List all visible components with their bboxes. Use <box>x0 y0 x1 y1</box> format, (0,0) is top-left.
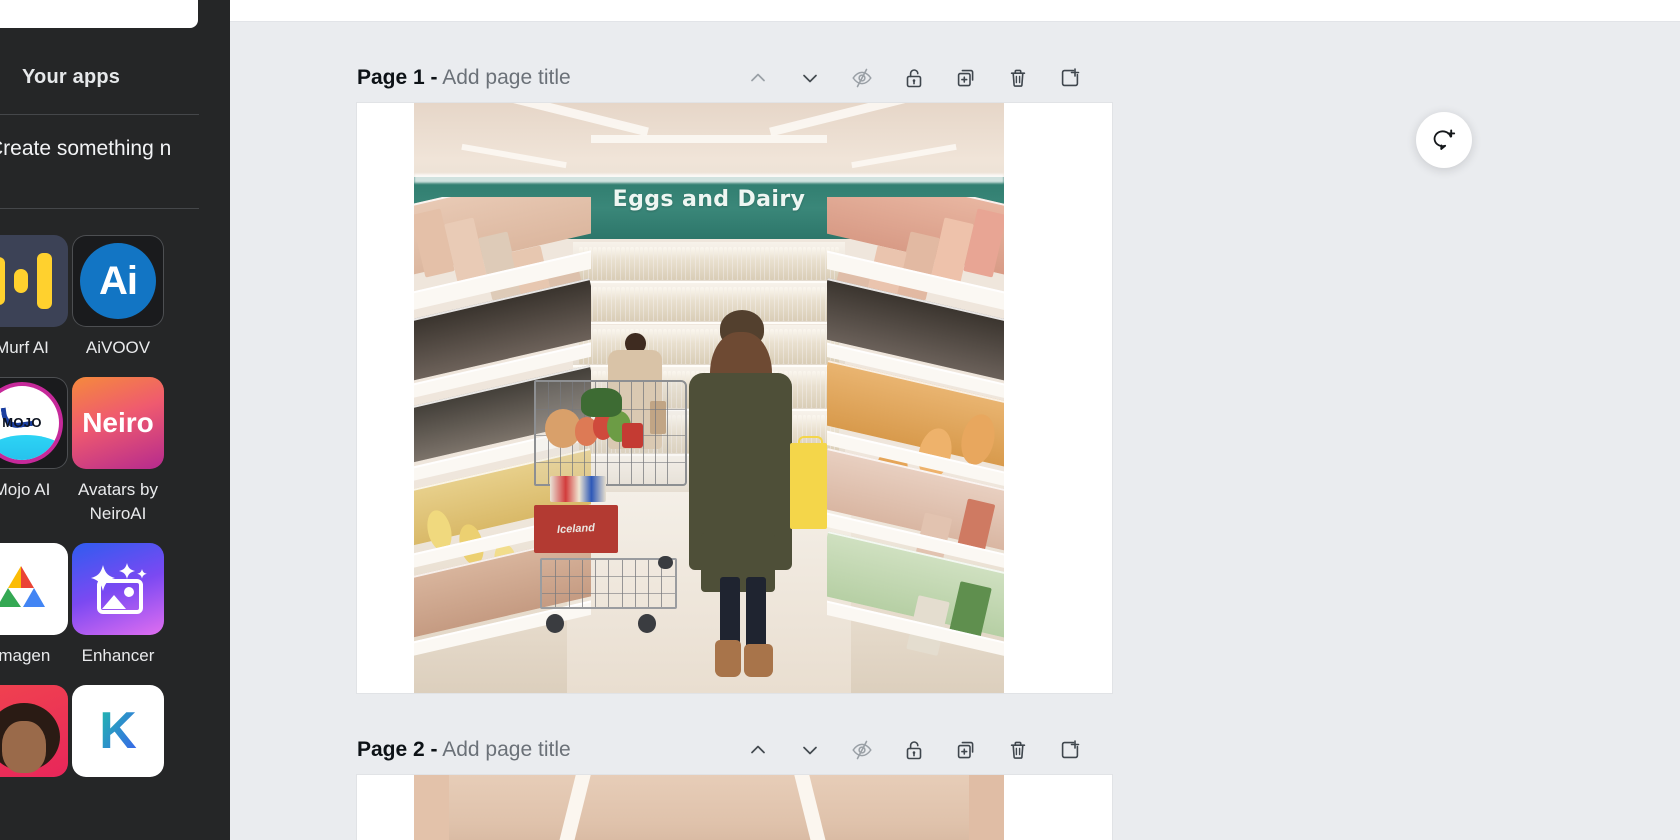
editor-canvas: Page 1 - Add page title Eggs and Dairy I… <box>230 0 1680 840</box>
page-title-1[interactable]: Page 1 - Add page title <box>357 66 571 90</box>
sidebar-collapse-handle[interactable] <box>205 385 230 459</box>
add-page-icon <box>1061 68 1079 87</box>
move-page-down-button[interactable] <box>795 63 825 93</box>
app-label: Imagen <box>0 645 51 665</box>
hide-page-button[interactable] <box>847 735 877 765</box>
sidebar-divider-bottom <box>0 208 199 209</box>
page-2-photo[interactable] <box>414 775 1004 840</box>
enhancer-icon <box>72 542 164 635</box>
app-label: Mojo AI <box>0 479 51 499</box>
chevron-up-icon <box>750 73 765 82</box>
app-item-mojo-ai[interactable]: MOJO Mojo AI <box>0 361 70 527</box>
app-label: AiVOOV <box>85 338 151 357</box>
cart-brand-label: Iceland <box>556 521 596 536</box>
move-page-up-button[interactable] <box>743 63 773 93</box>
app-item-imagen[interactable]: Imagen <box>0 527 70 669</box>
avatar-app-icon <box>0 684 68 777</box>
move-page-down-button[interactable] <box>795 735 825 765</box>
aivoov-icon: Ai <box>72 235 164 327</box>
page-header-1: Page 1 - Add page title <box>230 55 1085 101</box>
duplicate-icon <box>957 741 974 759</box>
unlock-icon <box>906 741 921 760</box>
add-comment-button[interactable] <box>1416 112 1472 168</box>
unlock-icon <box>906 69 921 88</box>
your-apps-heading: Your apps <box>22 66 121 88</box>
add-page-button[interactable] <box>1055 63 1085 93</box>
murf-ai-icon <box>0 235 68 327</box>
chevron-down-icon <box>802 746 817 755</box>
sidebar-content: Your apps Create something n Murf AI Ai … <box>0 28 230 840</box>
neiro-glyph: Neiro <box>82 406 154 438</box>
page-tools-2 <box>743 735 1085 765</box>
app-item-enhancer[interactable]: Enhancer <box>70 527 166 669</box>
app-item-krea[interactable]: K <box>70 669 166 777</box>
page-sheet-2[interactable] <box>357 775 1112 840</box>
page-number-label: Page 1 - <box>357 66 438 89</box>
delete-page-button[interactable] <box>1003 63 1033 93</box>
chevron-up-icon <box>750 745 765 754</box>
trash-icon <box>1010 741 1025 759</box>
top-toolbar-strip <box>230 0 1680 22</box>
mojo-ai-icon: MOJO <box>0 376 68 469</box>
app-item-murf-ai[interactable]: Murf AI <box>0 219 70 361</box>
app-label: Avatars by NeiroAI <box>77 479 158 524</box>
create-something-new-button[interactable]: Create something n <box>0 115 198 183</box>
chevron-left-icon <box>229 412 230 432</box>
chevron-down-icon <box>802 74 817 83</box>
app-item-avatar-app[interactable] <box>0 669 70 777</box>
app-root: Your apps Create something n Murf AI Ai … <box>0 0 1680 840</box>
cart-snack-pack <box>550 475 607 503</box>
mojo-glyph: MOJO <box>2 415 42 431</box>
page-title-placeholder[interactable]: Add page title <box>442 66 570 89</box>
right-shelving <box>827 197 1004 658</box>
duplicate-page-button[interactable] <box>951 735 981 765</box>
lock-page-button[interactable] <box>899 735 929 765</box>
move-page-up-button[interactable] <box>743 735 773 765</box>
apps-sidebar: Your apps Create something n Murf AI Ai … <box>0 0 230 840</box>
google-imagen-icon <box>0 542 68 635</box>
page-block-1: Page 1 - Add page title Eggs and Dairy I… <box>230 55 1112 693</box>
hide-page-button[interactable] <box>847 63 877 93</box>
supermarket-aisle-photo[interactable]: Eggs and Dairy Iceland <box>414 103 1004 693</box>
eye-off-icon <box>851 68 872 88</box>
trash-icon <box>1010 69 1025 87</box>
neiro-icon: Neiro <box>72 376 164 469</box>
page-header-2: Page 2 - Add page title <box>230 727 1085 773</box>
eye-off-icon <box>851 740 872 760</box>
page-block-2: Page 2 - Add page title <box>230 727 1112 840</box>
app-item-avatars-by-neiroai[interactable]: Neiro Avatars by NeiroAI <box>70 361 166 527</box>
aivoov-glyph: Ai <box>80 243 156 319</box>
sidebar-top-panel <box>0 0 198 28</box>
app-item-aivoov[interactable]: Ai AiVOOV <box>70 219 166 361</box>
shopping-cart: Iceland <box>526 380 727 646</box>
cart-brand-panel: Iceland <box>534 505 619 553</box>
page-number-label: Page 2 - <box>357 738 438 761</box>
krea-k-icon: K <box>72 684 164 777</box>
delete-page-button[interactable] <box>1003 735 1033 765</box>
add-page-icon <box>1061 740 1079 759</box>
page-title-placeholder[interactable]: Add page title <box>442 738 570 761</box>
add-page-button[interactable] <box>1055 735 1085 765</box>
page-title-2[interactable]: Page 2 - Add page title <box>357 738 571 762</box>
page-sheet-1[interactable]: Eggs and Dairy Iceland <box>357 103 1112 693</box>
lock-page-button[interactable] <box>899 63 929 93</box>
duplicate-page-button[interactable] <box>951 63 981 93</box>
page-tools-1 <box>743 63 1085 93</box>
apps-grid: Murf AI Ai AiVOOV MOJO Mojo AI Neiro Ava… <box>0 219 230 777</box>
app-label: Murf AI <box>0 338 49 357</box>
duplicate-icon <box>957 69 974 87</box>
add-comment-icon <box>1433 129 1456 150</box>
app-label: Enhancer <box>81 645 155 665</box>
